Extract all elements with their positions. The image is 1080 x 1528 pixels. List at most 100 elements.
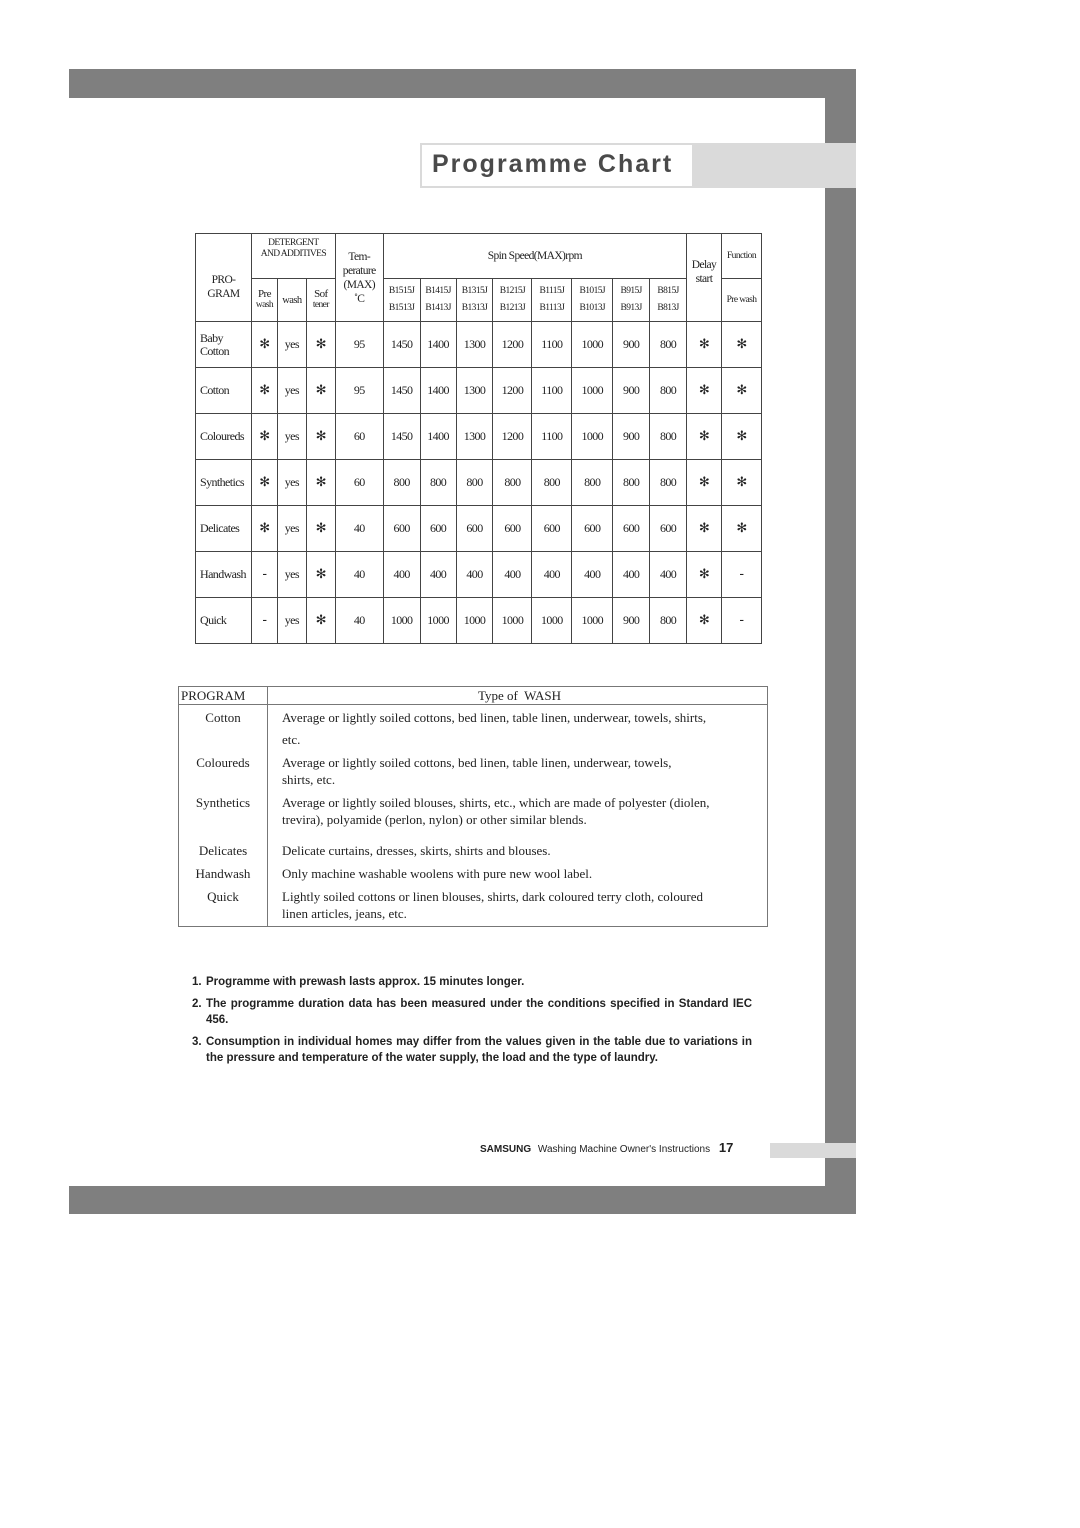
programme-table: PRO- GRAM DETERGENT AND ADDITIVES Tem- p… [195, 233, 763, 644]
note-number: 3. [192, 1036, 202, 1048]
model-code: B1415J [425, 286, 451, 296]
prewash-cell: - [250, 597, 278, 644]
footer-band [770, 1143, 856, 1158]
spin-speed-cell: 1400 [419, 413, 457, 460]
softener-cell: ✻ [305, 597, 336, 644]
table-row: Cotton ✻ yes ✻ 95 1450 1400 1300 1200 1100 1000 900… [195, 367, 763, 414]
temperature-cell: 60 [334, 459, 384, 506]
spin-speed-cell: 600 [455, 505, 494, 552]
footer-brand: SAMSUNG [480, 1144, 532, 1155]
header-model: B1415J B1413J [419, 278, 457, 322]
spin-speed-cell: 1200 [492, 321, 533, 368]
softener-cell: ✻ [305, 367, 336, 414]
page-number: 17 [718, 1140, 734, 1155]
model-code: B1515J [388, 286, 415, 296]
program-name: Coloureds [195, 413, 252, 460]
spin-speed-cell: 400 [382, 551, 421, 598]
wash-table-header: PROGRAM Type of WASH [178, 686, 768, 705]
spin-speed-cell: 400 [612, 551, 651, 598]
wash-cell: yes [276, 321, 307, 368]
header-function-prewash: Pre wash [720, 278, 763, 322]
wash-program: Coloureds [178, 748, 268, 788]
bottom-frame-bar [69, 1186, 856, 1214]
spin-speed-cell: 1000 [492, 597, 533, 644]
header-detergent: DETERGENT AND ADDITIVES [250, 233, 336, 279]
temperature-cell: 40 [334, 551, 384, 598]
softener-cell: ✻ [305, 551, 336, 598]
program-name: Handwash [195, 551, 252, 598]
wash-row: Handwash Only machine washable woolens wi… [178, 859, 768, 882]
header-model: B1015J B1013J [571, 278, 614, 322]
model-code: B1513J [388, 303, 415, 313]
model-code: B913J [620, 303, 643, 313]
prewash-cell: ✻ [250, 367, 278, 414]
wash-program: Quick [178, 882, 268, 927]
spin-speed-cell: 800 [419, 459, 457, 506]
spin-speed-cell: 1450 [382, 367, 421, 414]
spin-speed-cell: 800 [649, 321, 688, 368]
top-frame-bar [69, 69, 856, 98]
spin-speed-cell: 400 [649, 551, 688, 598]
spin-speed-cell: 1450 [382, 413, 421, 460]
spin-speed-cell: 400 [531, 551, 573, 598]
prewash-cell: ✻ [250, 459, 278, 506]
header-model: B1515J B1513J [382, 278, 421, 322]
model-code: B1413J [425, 303, 451, 313]
prewash-cell: - [250, 551, 278, 598]
note-number: 1. [192, 976, 202, 988]
spin-speed-cell: 800 [649, 367, 688, 414]
table-row: Synthetics ✻ yes ✻ 60 800 800 800 800 800 800 800 80… [195, 459, 763, 506]
note-item: 2. The programme duration data has been m… [192, 996, 752, 1028]
spin-speed-cell: 400 [571, 551, 614, 598]
spin-speed-cell: 800 [649, 597, 688, 644]
spin-speed-cell: 1000 [455, 597, 494, 644]
model-code: B1015J [579, 286, 606, 296]
prewash-function-cell: - [720, 597, 763, 644]
wash-row: Quick Lightly soiled cottons or linen blo… [178, 882, 768, 927]
wash-program: Handwash [178, 859, 268, 882]
spin-speed-cell: 1100 [531, 321, 573, 368]
table-row: Delicates ✻ yes ✻ 40 600 600 600 600 600 600 600 600… [195, 505, 763, 552]
note-text: The programme duration data has been mea… [206, 998, 752, 1026]
model-code: B813J [657, 303, 679, 313]
spin-speed-cell: 1000 [571, 367, 614, 414]
header-spin-speed: Spin Speed(MAX)rpm [382, 233, 688, 279]
wash-type-table: PROGRAM Type of WASH Cotton Average or li… [178, 686, 768, 927]
model-code: B1215J [499, 286, 526, 296]
spin-speed-cell: 600 [649, 505, 688, 552]
spin-speed-cell: 1000 [571, 321, 614, 368]
header-program: PROGRAM [178, 686, 268, 705]
spin-speed-cell: 600 [492, 505, 533, 552]
model-code: B1013J [579, 303, 606, 313]
prewash-cell: ✻ [250, 413, 278, 460]
spin-speed-cell: 600 [382, 505, 421, 552]
spin-speed-cell: 1300 [455, 367, 494, 414]
note-item: 3. Consumption in individual homes may di… [192, 1034, 752, 1066]
note-text: Consumption in individual homes may diff… [206, 1036, 752, 1064]
spin-speed-cell: 1400 [419, 321, 457, 368]
model-code: B1115J [539, 286, 565, 296]
spin-speed-cell: 800 [649, 413, 688, 460]
header-softener: Sof tener [305, 278, 336, 322]
prewash-function-cell: ✻ [720, 413, 763, 460]
spin-speed-cell: 800 [382, 459, 421, 506]
spin-speed-cell: 1000 [419, 597, 457, 644]
wash-cell: yes [276, 459, 307, 506]
wash-row: Delicates Delicate curtains, dresses, ski… [178, 828, 768, 859]
temperature-cell: 60 [334, 413, 384, 460]
header-type-of-wash: Type of WASH [267, 686, 768, 705]
delay-start-cell: ✻ [686, 367, 722, 414]
note-item: 1. Programme with prewash lasts approx. 1… [192, 974, 752, 990]
softener-cell: ✻ [305, 321, 336, 368]
delay-start-cell: ✻ [686, 321, 722, 368]
model-code: B1113J [539, 303, 565, 313]
wash-description: Lightly soiled cottons or linen blouses,… [282, 889, 703, 921]
page-title: Programme Chart [432, 150, 674, 178]
notes-list: 1. Programme with prewash lasts approx. 1… [192, 974, 752, 1072]
note-text: Programme with prewash lasts approx. 15 … [206, 976, 525, 988]
spin-speed-cell: 1300 [455, 321, 494, 368]
temperature-cell: 40 [334, 597, 384, 644]
wash-program: Delicates [178, 828, 268, 859]
prewash-function-cell: ✻ [720, 321, 763, 368]
spin-speed-cell: 600 [571, 505, 614, 552]
